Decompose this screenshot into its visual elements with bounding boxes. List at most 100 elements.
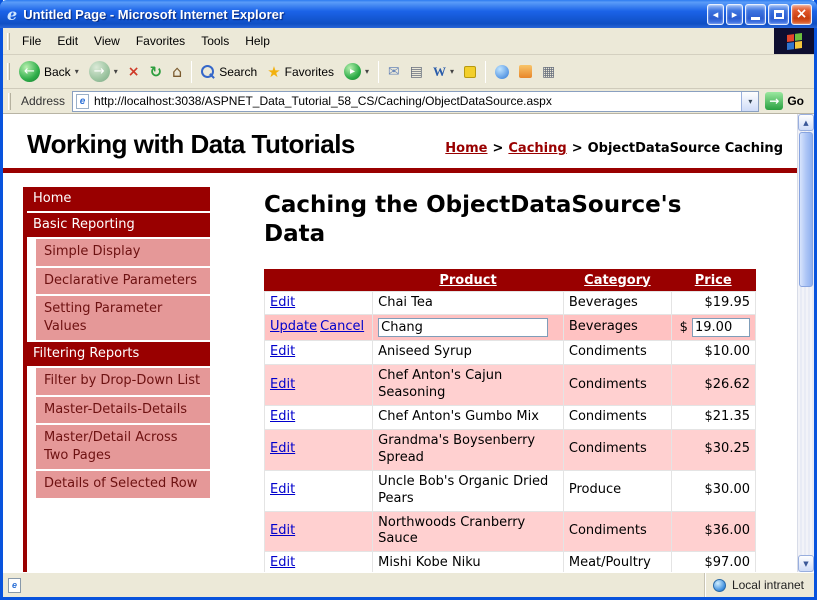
- address-url: http://localhost:3038/ASPNET_Data_Tutori…: [94, 94, 741, 108]
- breadcrumb: Home>Caching>ObjectDataSource Caching: [445, 141, 783, 156]
- address-dropdown-button[interactable]: ▾: [741, 92, 758, 111]
- table-row: Edit Chai Tea Beverages $19.95: [265, 291, 756, 315]
- edit-with-word-button[interactable]: W ▾: [428, 62, 459, 82]
- discuss-button[interactable]: [459, 64, 481, 80]
- price-cell: $36.00: [671, 511, 755, 552]
- category-sort-link[interactable]: Category: [584, 273, 650, 288]
- window-title: Untitled Page - Microsoft Internet Explo…: [23, 7, 707, 22]
- edit-link[interactable]: Edit: [270, 409, 295, 424]
- menu-tools[interactable]: Tools: [193, 30, 237, 52]
- sidebar-item-declarative-parameters[interactable]: Declarative Parameters: [36, 268, 210, 295]
- sidebar-item-filtering-reports[interactable]: Filtering Reports: [23, 342, 210, 366]
- media-dropdown-icon[interactable]: ▾: [365, 67, 369, 76]
- go-button[interactable]: → Go: [765, 92, 804, 110]
- media-button[interactable]: ▸ ▾: [339, 61, 374, 82]
- back-icon: ←: [19, 61, 40, 82]
- address-label: Address: [21, 94, 65, 108]
- up-arrow-icon: ▲: [803, 119, 808, 127]
- favorites-button[interactable]: ★ Favorites: [262, 61, 339, 83]
- product-cell: Chef Anton's Gumbo Mix: [373, 406, 564, 430]
- sidebar-item-details-of-selected-row[interactable]: Details of Selected Row: [36, 471, 210, 498]
- breadcrumb-caching-link[interactable]: Caching: [508, 141, 566, 156]
- product-name-input[interactable]: [378, 318, 548, 337]
- windows-logo-throbber: [774, 28, 814, 54]
- minimize-button[interactable]: [745, 4, 766, 25]
- edit-link[interactable]: Edit: [270, 482, 295, 497]
- sidebar-item-home[interactable]: Home: [23, 187, 210, 211]
- menu-favorites[interactable]: Favorites: [128, 30, 193, 52]
- sidebar-item-setting-parameter-values[interactable]: Setting Parameter Values: [36, 296, 210, 340]
- price-input[interactable]: [692, 318, 750, 337]
- back-dropdown-icon[interactable]: ▾: [75, 67, 79, 76]
- favorites-star-icon: ★: [267, 63, 280, 81]
- sidebar-item-filter-by-drop-down-list[interactable]: Filter by Drop-Down List: [36, 368, 210, 395]
- back-button[interactable]: ← Back ▾: [14, 59, 84, 84]
- breadcrumb-current: ObjectDataSource Caching: [588, 141, 783, 156]
- page-header: Working with Data Tutorials Home>Caching…: [3, 114, 797, 168]
- printer-icon: ▤: [410, 64, 423, 80]
- vertical-scrollbar[interactable]: ▲ ▼: [797, 114, 814, 572]
- menu-help[interactable]: Help: [237, 30, 278, 52]
- table-row: Edit Mishi Kobe Niku Meat/Poultry $97.00: [265, 552, 756, 572]
- table-row-editing: UpdateCancel Beverages $: [265, 315, 756, 341]
- close-button[interactable]: ×: [791, 4, 812, 25]
- edit-link[interactable]: Edit: [270, 555, 295, 570]
- edit-link[interactable]: Edit: [270, 295, 295, 310]
- table-row: Edit Grandma's Boysenberry Spread Condim…: [265, 429, 756, 470]
- scrollbar-thumb[interactable]: [799, 132, 813, 287]
- page-body: Home Basic Reporting Simple Display Decl…: [3, 173, 797, 572]
- titlebar-nav-right-button[interactable]: ▸: [726, 4, 743, 25]
- print-button[interactable]: ▤: [405, 62, 428, 82]
- menu-edit[interactable]: Edit: [49, 30, 86, 52]
- product-sort-link[interactable]: Product: [439, 273, 496, 288]
- forward-dropdown-icon[interactable]: ▾: [114, 67, 118, 76]
- edit-link[interactable]: Edit: [270, 344, 295, 359]
- scroll-down-button[interactable]: ▼: [798, 555, 814, 572]
- table-row: Edit Uncle Bob's Organic Dried Pears Pro…: [265, 470, 756, 511]
- sidebar-item-basic-reporting[interactable]: Basic Reporting: [23, 213, 210, 237]
- scroll-up-button[interactable]: ▲: [798, 114, 814, 131]
- messenger-button[interactable]: [490, 63, 514, 81]
- product-cell: Chai Tea: [373, 291, 564, 315]
- scrollbar-track[interactable]: [798, 131, 814, 555]
- edit-link[interactable]: Edit: [270, 441, 295, 456]
- sidebar-item-master-details-details[interactable]: Master-Details-Details: [36, 397, 210, 424]
- edit-dropdown-icon[interactable]: ▾: [450, 67, 454, 76]
- title-bar: e Untitled Page - Microsoft Internet Exp…: [0, 0, 817, 28]
- titlebar-nav-left-button[interactable]: ◂: [707, 4, 724, 25]
- menu-file[interactable]: File: [14, 30, 49, 52]
- update-link[interactable]: Update: [270, 319, 317, 334]
- price-sort-link[interactable]: Price: [695, 273, 732, 288]
- category-cell: Meat/Poultry: [563, 552, 671, 572]
- breadcrumb-home-link[interactable]: Home: [445, 141, 487, 156]
- cancel-link[interactable]: Cancel: [320, 319, 364, 334]
- sidebar-item-master-detail-across-two-pages[interactable]: Master/Detail Across Two Pages: [36, 425, 210, 469]
- edit-link[interactable]: Edit: [270, 377, 295, 392]
- search-icon: [201, 65, 215, 79]
- maximize-button[interactable]: [768, 4, 789, 25]
- toolbar-separator: [191, 61, 192, 83]
- address-input[interactable]: e http://localhost:3038/ASPNET_Data_Tuto…: [72, 91, 759, 112]
- refresh-button[interactable]: ↻: [144, 61, 167, 83]
- search-label: Search: [219, 65, 257, 79]
- media-play-icon: ▸: [344, 63, 361, 80]
- forward-icon: →: [89, 61, 110, 82]
- home-icon: ⌂: [172, 62, 182, 81]
- home-button[interactable]: ⌂: [167, 60, 187, 83]
- price-cell: $10.00: [671, 341, 755, 365]
- sidebar-item-simple-display[interactable]: Simple Display: [36, 239, 210, 266]
- price-cell: $21.35: [671, 406, 755, 430]
- quick-links-button[interactable]: ▦: [537, 62, 560, 82]
- site-title: Working with Data Tutorials: [27, 129, 355, 160]
- mail-button[interactable]: ✉: [383, 62, 405, 82]
- back-label: Back: [44, 65, 71, 79]
- stop-button[interactable]: ×: [123, 62, 145, 82]
- search-button[interactable]: Search: [196, 63, 262, 81]
- edit-link[interactable]: Edit: [270, 523, 295, 538]
- favorites-label: Favorites: [285, 65, 334, 79]
- forward-button[interactable]: → ▾: [84, 59, 123, 84]
- security-zone-label: Local intranet: [732, 578, 804, 592]
- menu-view[interactable]: View: [86, 30, 128, 52]
- currency-symbol: $: [680, 320, 688, 335]
- research-button[interactable]: [514, 63, 537, 80]
